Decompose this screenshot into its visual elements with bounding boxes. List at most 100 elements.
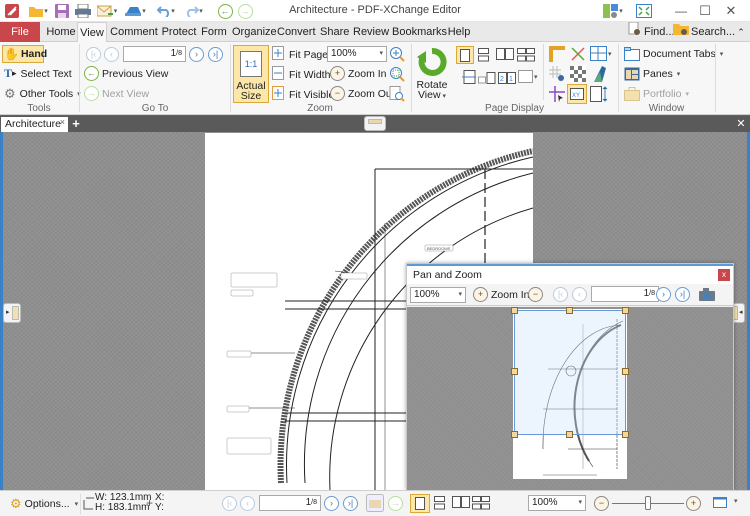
actual-size-button[interactable]: 1:1 Actual Size — [233, 45, 269, 103]
pz-page-input[interactable]: 1/8 — [591, 286, 659, 302]
pz-next-page-button[interactable]: › — [656, 287, 671, 302]
close-button[interactable]: ✕ — [716, 3, 746, 19]
menu-file[interactable]: File — [0, 22, 40, 42]
split-view-button[interactable] — [462, 70, 476, 84]
guides-button[interactable] — [549, 86, 565, 102]
next-page-button[interactable]: › — [189, 47, 204, 62]
pz-first-page-button[interactable]: |‹ — [553, 287, 568, 302]
snapshot-button[interactable] — [699, 288, 715, 301]
next-view-button[interactable]: → Next View — [84, 86, 149, 101]
previous-view-button[interactable]: ← Previous View — [84, 66, 168, 81]
two-pages-button[interactable] — [496, 48, 514, 60]
pan-zoom-in-button[interactable]: + Zoom In — [473, 287, 530, 302]
zoom-out-button[interactable]: − Zoom Out — [330, 86, 395, 101]
resize-handle-se[interactable] — [622, 431, 629, 438]
menu-bookmarks[interactable]: Bookmarks — [392, 22, 447, 42]
pan-zoom-out-button[interactable]: − — [528, 287, 543, 302]
left-pane-toggle[interactable]: ▸ — [3, 303, 21, 323]
status-next-view-button[interactable]: → — [388, 496, 403, 511]
status-customize-button[interactable]: ▾ — [734, 497, 738, 505]
pz-prev-page-button[interactable]: ‹ — [572, 287, 587, 302]
fullscreen-icon[interactable] — [635, 3, 653, 19]
pan-zoom-preview[interactable] — [407, 307, 733, 490]
hand-tool-button[interactable]: ✋ Hand — [2, 45, 47, 63]
status-next-page-button[interactable]: › — [324, 496, 339, 511]
grid-button[interactable]: ▾ — [590, 46, 612, 62]
menu-convert[interactable]: Convert — [277, 22, 316, 42]
fit-visible-button[interactable]: Fit Visible — [272, 86, 334, 103]
two-continuous-button[interactable] — [517, 48, 535, 62]
menu-form[interactable]: Form — [200, 22, 228, 42]
fit-width-button[interactable]: Fit Width — [272, 66, 330, 83]
status-prev-page-button[interactable]: ‹ — [240, 496, 255, 511]
rulers-button[interactable] — [549, 46, 565, 62]
resize-handle-sw[interactable] — [511, 431, 518, 438]
page-layout-more-button[interactable]: ▾ — [518, 70, 538, 84]
full-screen-button[interactable] — [713, 497, 727, 508]
pan-zoom-level-select[interactable]: 100% ▾ — [410, 287, 466, 303]
status-last-page-button[interactable]: ›| — [343, 496, 358, 511]
status-two-pages-button[interactable] — [452, 496, 470, 508]
new-tab-button[interactable]: + — [70, 116, 82, 132]
single-page-button[interactable] — [456, 46, 474, 64]
coordinates-button[interactable]: XY — [567, 84, 587, 104]
zoom-in-button[interactable]: + Zoom In — [330, 66, 387, 81]
resize-handle-nw[interactable] — [511, 307, 518, 314]
fit-page-button[interactable]: Fit Page — [272, 46, 328, 63]
menu-help[interactable]: Help — [446, 22, 472, 42]
status-two-continuous-button[interactable] — [472, 496, 490, 510]
page-size-button[interactable] — [590, 86, 608, 102]
ui-options-icon[interactable]: ▾ — [600, 3, 626, 19]
status-page-input[interactable]: 1/8 — [259, 495, 321, 511]
menu-home[interactable]: Home — [44, 22, 78, 42]
document-tab-architecture[interactable]: Architecture × — [1, 117, 68, 133]
status-single-page-button[interactable] — [410, 494, 430, 513]
measurement-button[interactable] — [570, 46, 586, 62]
find-button[interactable]: Find... — [628, 21, 675, 42]
zoom-level-select[interactable]: 100% ▾ — [327, 46, 387, 62]
select-text-button[interactable]: T ▸ Select Text — [4, 66, 72, 81]
status-first-page-button[interactable]: |‹ — [222, 496, 237, 511]
cover-page-button[interactable] — [478, 72, 496, 84]
close-all-tabs-button[interactable]: ✕ — [734, 116, 748, 132]
zoom-in-tool-button[interactable] — [389, 46, 405, 62]
single-continuous-button[interactable] — [478, 48, 490, 62]
resize-handle-ne[interactable] — [622, 307, 629, 314]
rotate-view-button[interactable]: Rotate View ▾ — [414, 46, 450, 102]
status-zoom-in-button[interactable]: + — [686, 496, 701, 511]
visible-area-frame[interactable] — [514, 310, 626, 435]
menu-protect[interactable]: Protect — [160, 22, 198, 42]
menu-organize[interactable]: Organize — [232, 22, 277, 42]
transparency-grid-button[interactable] — [570, 66, 586, 82]
background-color-button[interactable] — [590, 66, 606, 82]
status-prev-view-button[interactable] — [366, 494, 384, 512]
resize-handle-e[interactable] — [622, 368, 629, 375]
status-zoom-select[interactable]: 100% ▾ — [528, 495, 586, 511]
first-page-button[interactable]: |‹ — [86, 47, 101, 62]
resize-handle-w[interactable] — [511, 368, 518, 375]
menu-comment[interactable]: Comment — [110, 22, 158, 42]
top-pane-toggle[interactable] — [364, 116, 386, 131]
search-button[interactable]: Search... — [673, 22, 735, 42]
document-tabs-button[interactable]: Document Tabs ▾ — [624, 47, 723, 61]
menu-share[interactable]: Share — [320, 22, 349, 42]
options-button[interactable]: ⚙ Options... ▾ — [10, 496, 78, 512]
collapse-ribbon-icon[interactable]: ⌃ — [734, 22, 748, 42]
pan-zoom-header[interactable]: Pan and Zoom x — [407, 264, 733, 284]
pan-zoom-button[interactable] — [389, 86, 405, 102]
zoom-slider-thumb[interactable] — [645, 496, 651, 510]
other-tools-button[interactable]: ⚙ Other Tools ▾ — [4, 86, 81, 102]
snap-grid-button[interactable] — [549, 66, 565, 82]
resize-handle-n[interactable] — [566, 307, 573, 314]
menu-review[interactable]: Review — [353, 22, 389, 42]
menu-view[interactable]: View — [77, 22, 107, 43]
tab-close-icon[interactable]: × — [60, 115, 65, 130]
pan-zoom-close-button[interactable]: x — [718, 269, 730, 281]
pz-last-page-button[interactable]: ›| — [675, 287, 690, 302]
prev-page-button[interactable]: ‹ — [104, 47, 119, 62]
portfolio-button[interactable]: Portfolio ▾ — [624, 87, 689, 101]
status-zoom-out-button[interactable]: − — [594, 496, 609, 511]
panes-button[interactable]: Panes ▾ — [624, 67, 680, 81]
page-number-input[interactable]: 1/8 — [123, 46, 186, 62]
resize-handle-s[interactable] — [566, 431, 573, 438]
